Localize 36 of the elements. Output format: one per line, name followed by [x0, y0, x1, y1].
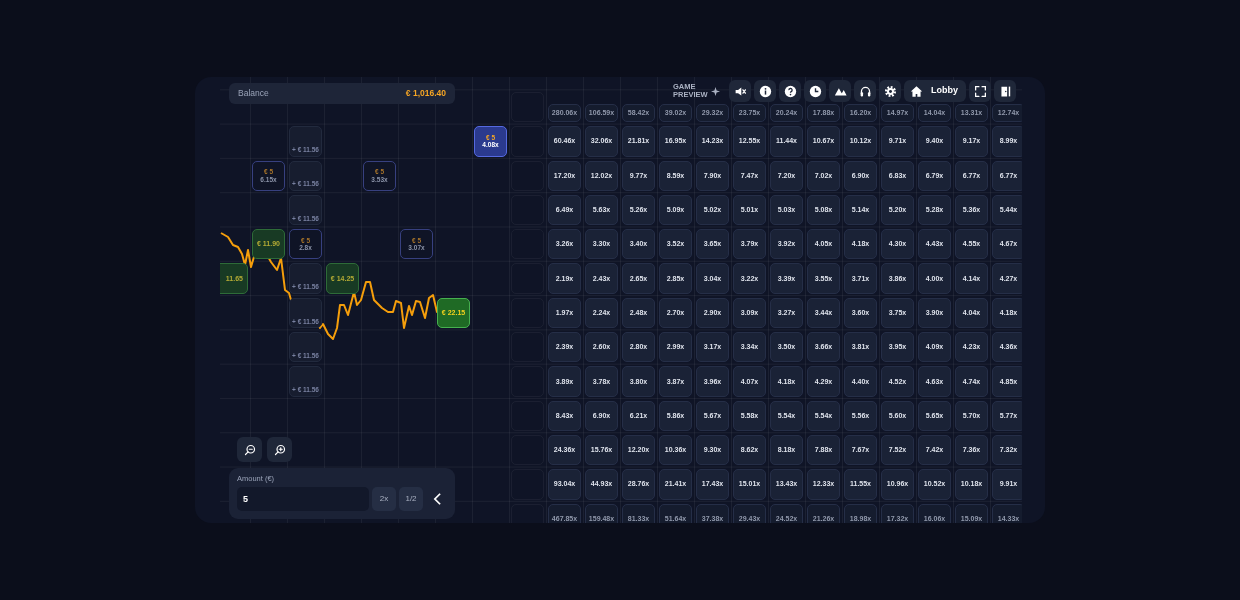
- collapse-chevron-icon[interactable]: [433, 492, 442, 507]
- speaker-muted-button[interactable]: [729, 80, 751, 102]
- exit-door-button[interactable]: [994, 80, 1016, 102]
- headset-button[interactable]: [854, 80, 876, 102]
- headset-icon: [858, 84, 872, 98]
- balance-value: € 1,016.40: [405, 87, 446, 100]
- zoom-out-button[interactable]: [237, 437, 262, 462]
- info-icon: [758, 84, 772, 98]
- home-icon: [910, 84, 923, 98]
- amount-step-button[interactable]: 1/2: [399, 487, 423, 512]
- balance-label: Balance: [238, 87, 269, 100]
- info-button[interactable]: [754, 80, 776, 102]
- mountains-button[interactable]: [829, 80, 851, 102]
- exit-door-icon: [998, 84, 1012, 98]
- fullscreen-button[interactable]: [969, 80, 991, 102]
- gear-button[interactable]: [879, 80, 901, 102]
- gear-icon: [883, 84, 897, 98]
- amount-field[interactable]: 5: [237, 487, 369, 512]
- help-button[interactable]: [779, 80, 801, 102]
- empty-tile: [511, 160, 544, 191]
- zoom-out-icon: [243, 443, 256, 456]
- empty-tile: [511, 126, 544, 157]
- zoom-in-icon: [273, 443, 286, 456]
- empty-tile: [511, 297, 544, 329]
- zoom-in-button[interactable]: [267, 437, 292, 462]
- fullscreen-icon: [973, 84, 987, 98]
- empty-tile: [511, 366, 544, 397]
- empty-tile: [511, 263, 544, 294]
- amount-step-button[interactable]: 2x: [372, 487, 396, 512]
- empty-tile: [511, 400, 544, 431]
- clock-icon: [808, 84, 822, 98]
- help-icon: [783, 84, 797, 98]
- empty-tile: [511, 469, 544, 500]
- sparkle-icon: [711, 86, 720, 96]
- clock-button[interactable]: [804, 80, 826, 102]
- lobby-button[interactable]: Lobby: [904, 80, 966, 102]
